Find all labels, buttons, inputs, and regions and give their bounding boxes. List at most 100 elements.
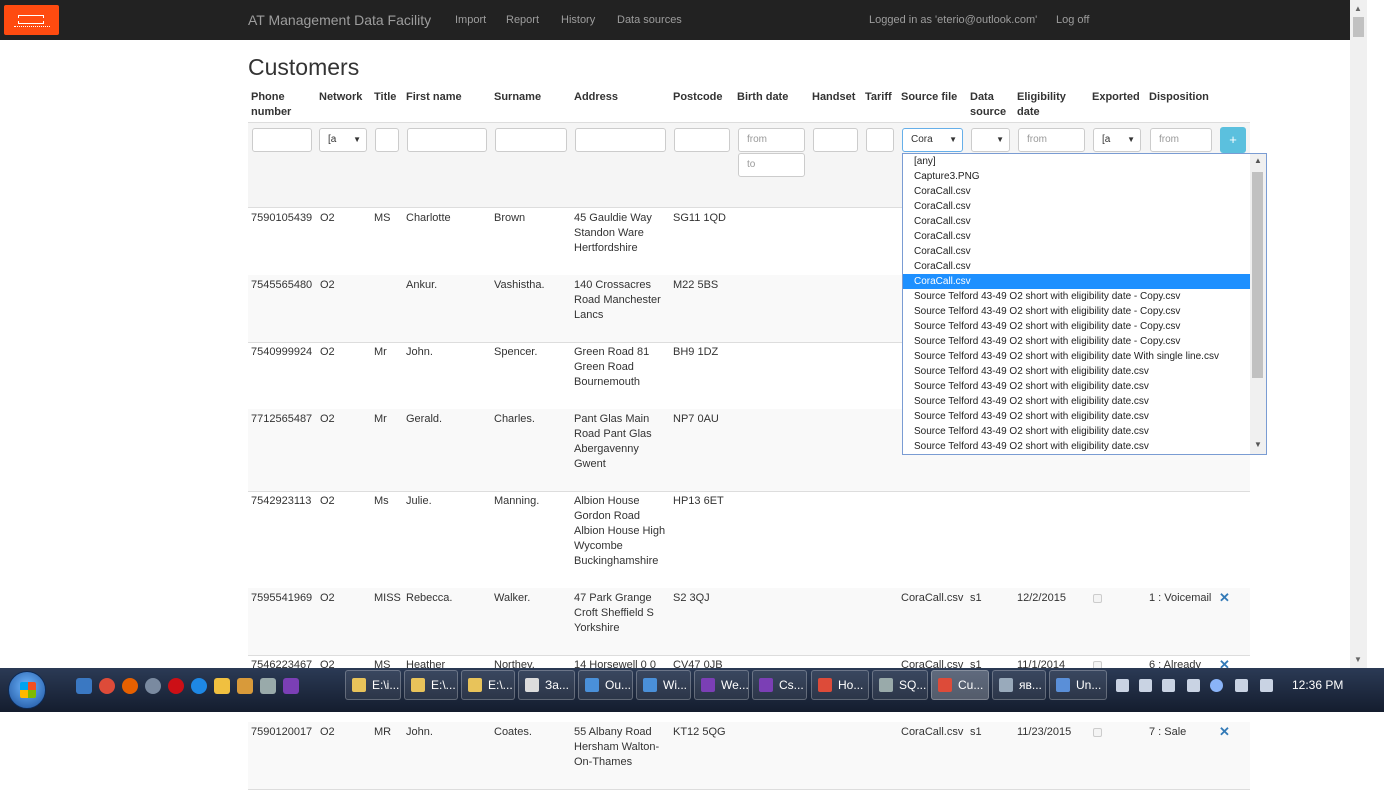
delete-row-icon[interactable]: ✕ (1219, 590, 1230, 606)
taskbar-task[interactable]: Cs... (752, 670, 807, 700)
header-tariff[interactable]: Tariff (865, 90, 899, 105)
logo[interactable] (4, 5, 59, 35)
taskbar-task[interactable]: E:\i... (345, 670, 401, 700)
dropdown-option[interactable]: CoraCall.csv (903, 244, 1251, 259)
scroll-thumb[interactable] (1353, 17, 1364, 37)
dropdown-option[interactable]: Source Telford 43-49 O2 short with eligi… (903, 439, 1251, 454)
scroll-up-icon[interactable]: ▲ (1354, 4, 1362, 13)
chrome-icon[interactable] (99, 678, 115, 694)
dropdown-option[interactable]: Capture3.PNG (903, 169, 1251, 184)
exported-checkbox[interactable] (1093, 728, 1102, 737)
nav-report[interactable]: Report (506, 14, 539, 26)
header-handset[interactable]: Handset (812, 90, 862, 105)
visual-studio-icon[interactable] (283, 678, 299, 694)
taskbar-task[interactable]: E:\... (461, 670, 515, 700)
header-eligibility-date[interactable]: Eligibility date (1017, 90, 1089, 120)
dropdown-option[interactable]: Source Telford 43-49 O2 short with eligi… (903, 349, 1251, 364)
tariff-filter-input[interactable] (866, 128, 894, 152)
network-filter-select[interactable]: [a (319, 128, 367, 152)
dropdown-option[interactable]: CoraCall.csv (903, 259, 1251, 274)
header-postcode[interactable]: Postcode (673, 90, 733, 105)
exported-filter-select[interactable]: [a (1093, 128, 1141, 152)
header-title[interactable]: Title (374, 90, 404, 105)
header-first-name[interactable]: First name (406, 90, 492, 105)
dropdown-option[interactable]: Source Telford 43-49 O2 short with eligi… (903, 304, 1251, 319)
dropdown-option[interactable]: CoraCall.csv (903, 214, 1251, 229)
dropdown-option[interactable]: Source Telford 43-49 O2 short with eligi… (903, 334, 1251, 349)
header-network[interactable]: Network (319, 90, 371, 105)
dropdown-option[interactable]: Source Telford 43-49 O2 short with eligi… (903, 424, 1251, 439)
dropdown-option[interactable]: Source Telford 43-49 O2 short with eligi… (903, 364, 1251, 379)
taskbar-task[interactable]: Un... (1049, 670, 1107, 700)
dropdown-option[interactable]: Source Telford 43-49 O2 short with eligi… (903, 319, 1251, 334)
taskbar-task[interactable]: Ou... (578, 670, 633, 700)
show-desktop-icon[interactable] (76, 678, 92, 694)
dropdown-option[interactable]: CoraCall.csv (903, 184, 1251, 199)
source-file-filter-select[interactable]: Cora (902, 128, 963, 152)
header-data-source[interactable]: Data source (970, 90, 1014, 120)
dropdown-option[interactable]: Source Telford 43-49 O2 short with eligi… (903, 409, 1251, 424)
volume-icon[interactable] (1187, 679, 1200, 692)
taskbar-task[interactable]: Ho... (811, 670, 869, 700)
page-scrollbar[interactable]: ▲ ▼ (1350, 0, 1367, 668)
header-surname[interactable]: Surname (494, 90, 572, 105)
taskbar-task[interactable]: SQ... (872, 670, 928, 700)
header-phone[interactable]: Phone number (251, 90, 311, 120)
flag-icon[interactable] (1260, 679, 1273, 692)
tray-icon-2[interactable] (1139, 679, 1152, 692)
dropdown-option[interactable]: CoraCall.csv (903, 274, 1251, 289)
scroll-down-icon[interactable]: ▼ (1354, 655, 1362, 664)
source-file-dropdown[interactable]: [any] Capture3.PNG CoraCall.csv CoraCall.cs… (902, 153, 1267, 455)
header-exported[interactable]: Exported (1092, 90, 1148, 105)
taskbar-clock[interactable]: 12:36 PM (1292, 678, 1343, 692)
network-icon[interactable] (1235, 679, 1248, 692)
dropdown-option[interactable]: Source Telford 43-49 O2 short with eligi… (903, 379, 1251, 394)
explorer-icon[interactable] (214, 678, 230, 694)
dropdown-option[interactable]: Source Telford 43-49 O2 short with eligi… (903, 394, 1251, 409)
phone-filter-input[interactable] (252, 128, 312, 152)
taskbar-task[interactable]: E:\... (404, 670, 458, 700)
tray-icon-3[interactable] (1162, 679, 1175, 692)
tray-icon-1[interactable] (1116, 679, 1129, 692)
taskbar-task[interactable]: Cu... (931, 670, 989, 700)
dropdown-scrollbar[interactable]: ▲ ▼ (1250, 154, 1266, 454)
dropdown-scroll-up-icon[interactable]: ▲ (1254, 156, 1262, 165)
dropdown-scroll-thumb[interactable] (1252, 172, 1263, 378)
data-source-filter-select[interactable] (971, 128, 1010, 152)
surname-filter-input[interactable] (495, 128, 567, 152)
brand-title[interactable]: AT Management Data Facility (248, 12, 431, 28)
dropdown-scroll-down-icon[interactable]: ▼ (1254, 440, 1262, 449)
exported-checkbox[interactable] (1093, 594, 1102, 603)
delete-row-icon[interactable]: ✕ (1219, 724, 1230, 740)
add-button[interactable]: + (1220, 127, 1246, 153)
taskbar-task[interactable]: We... (694, 670, 749, 700)
nav-data-sources[interactable]: Data sources (617, 14, 682, 26)
header-birth-date[interactable]: Birth date (737, 90, 809, 105)
nav-history[interactable]: History (561, 14, 595, 26)
taskbar-task[interactable]: За... (518, 670, 575, 700)
postcode-filter-input[interactable] (674, 128, 730, 152)
birthdate-from-input[interactable]: from (738, 128, 805, 152)
dropdown-option[interactable]: [any] (903, 154, 1251, 169)
tool-icon[interactable] (260, 678, 276, 694)
opera-icon[interactable] (168, 678, 184, 694)
browser-icon[interactable] (145, 678, 161, 694)
firstname-filter-input[interactable] (407, 128, 487, 152)
logoff-link[interactable]: Log off (1056, 14, 1089, 26)
folder-icon[interactable] (237, 678, 253, 694)
eligibility-from-input[interactable]: from (1018, 128, 1085, 152)
ie-icon[interactable] (191, 678, 207, 694)
taskbar-task[interactable]: Wi... (636, 670, 691, 700)
birthdate-to-input[interactable]: to (738, 153, 805, 177)
taskbar-task[interactable]: яв... (992, 670, 1046, 700)
dropdown-option[interactable]: CoraCall.csv (903, 229, 1251, 244)
title-filter-input[interactable] (375, 128, 399, 152)
skype-icon[interactable] (1210, 679, 1223, 692)
address-filter-input[interactable] (575, 128, 666, 152)
header-address[interactable]: Address (574, 90, 670, 105)
disposition-from-input[interactable]: from (1150, 128, 1212, 152)
start-button[interactable] (8, 671, 46, 709)
dropdown-option[interactable]: Source Telford 43-49 O2 short with eligi… (903, 289, 1251, 304)
firefox-icon[interactable] (122, 678, 138, 694)
header-source-file[interactable]: Source file (901, 90, 969, 105)
